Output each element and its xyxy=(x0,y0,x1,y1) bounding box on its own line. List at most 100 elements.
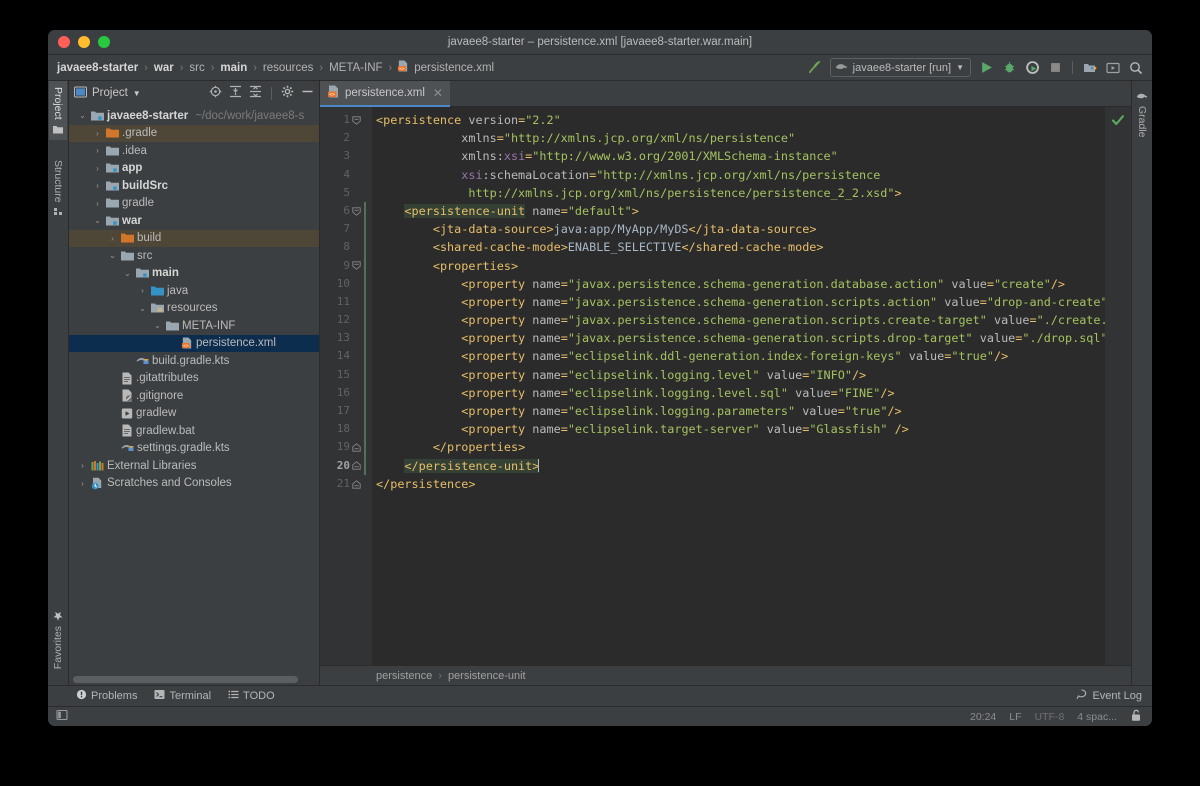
caret-position[interactable]: 20:24 xyxy=(970,711,996,723)
chevron-right-icon[interactable]: › xyxy=(92,199,103,208)
tree-node-buildsrc[interactable]: ›buildSrc xyxy=(69,177,319,195)
code-line[interactable]: <shared-cache-mode>ENABLE_SELECTIVE</sha… xyxy=(376,238,1105,256)
tree-node-settings-gradle-kts[interactable]: settings.gradle.kts xyxy=(69,440,319,458)
tree-node-app[interactable]: ›app xyxy=(69,160,319,178)
tree-node-scratches-and-consoles[interactable]: ›Scratches and Consoles xyxy=(69,475,319,493)
tree-node-gradlew-bat[interactable]: gradlew.bat xyxy=(69,422,319,440)
editor-gutter[interactable]: 123456789101112131415161718192021 xyxy=(320,107,372,665)
chevron-down-icon[interactable]: ⌄ xyxy=(137,304,148,313)
tree-node-main[interactable]: ⌄main xyxy=(69,265,319,283)
code-line[interactable]: <jta-data-source>java:app/MyApp/MyDS</jt… xyxy=(376,220,1105,238)
sidebar-item-structure[interactable]: Structure xyxy=(49,154,67,223)
tree-node-meta-inf[interactable]: ⌄META-INF xyxy=(69,317,319,335)
tree-node--gitignore[interactable]: .gitignore xyxy=(69,387,319,405)
fold-marker[interactable] xyxy=(352,443,361,452)
chevron-right-icon[interactable]: › xyxy=(92,181,103,190)
close-window-button[interactable] xyxy=(58,36,70,48)
fold-marker[interactable] xyxy=(352,480,361,489)
locate-target-icon[interactable] xyxy=(209,85,222,101)
event-log-label[interactable]: Event Log xyxy=(1092,690,1142,702)
breadcrumb-item-main[interactable]: main xyxy=(219,62,248,74)
tree-node-gradle[interactable]: ›gradle xyxy=(69,195,319,213)
chevron-down-icon[interactable]: ⌄ xyxy=(107,251,118,260)
debug-icon[interactable] xyxy=(1001,60,1017,76)
minimize-window-button[interactable] xyxy=(78,36,90,48)
tool-button-terminal[interactable]: Terminal xyxy=(154,689,211,703)
code-line[interactable]: <property name="eclipselink.target-serve… xyxy=(376,420,1105,438)
breadcrumb-item-meta-inf[interactable]: META-INF xyxy=(328,62,383,74)
breadcrumb-item-persistence-unit[interactable]: persistence-unit xyxy=(448,670,526,682)
code-content[interactable]: <persistence version="2.2" xmlns="http:/… xyxy=(372,107,1105,665)
code-line[interactable]: http://xmlns.jcp.org/xml/ns/persistence/… xyxy=(376,184,1105,202)
breadcrumb-item-javaee8-starter[interactable]: javaee8-starter xyxy=(56,62,139,74)
fold-marker[interactable] xyxy=(352,207,361,216)
toggle-toolwindow-icon[interactable] xyxy=(56,709,68,724)
run-coverage-icon[interactable] xyxy=(1024,60,1040,76)
chevron-right-icon[interactable]: › xyxy=(92,164,103,173)
select-target-icon[interactable] xyxy=(1105,60,1121,76)
code-line[interactable]: xmlns:xsi="http://www.w3.org/2001/XMLSch… xyxy=(376,147,1105,165)
file-encoding[interactable]: UTF-8 xyxy=(1035,711,1065,723)
sidebar-item-gradle[interactable]: Gradle xyxy=(1133,85,1151,144)
breadcrumb-item-war[interactable]: war xyxy=(153,62,175,74)
code-line[interactable]: <property name="javax.persistence.schema… xyxy=(376,329,1105,347)
code-line[interactable]: <property name="eclipselink.ddl-generati… xyxy=(376,347,1105,365)
code-line[interactable]: xsi:schemaLocation="http://xmlns.jcp.org… xyxy=(376,166,1105,184)
tree-node-javaee8-starter[interactable]: ⌄javaee8-starter~/doc/work/javaee8-s xyxy=(69,107,319,125)
sidebar-item-favorites[interactable]: Favorites xyxy=(49,605,67,675)
maximize-window-button[interactable] xyxy=(98,36,110,48)
code-line[interactable]: <property name="javax.persistence.schema… xyxy=(376,311,1105,329)
chevron-right-icon[interactable]: › xyxy=(77,461,88,470)
tool-button-problems[interactable]: Problems xyxy=(76,689,137,703)
ok-check-icon[interactable] xyxy=(1111,113,1125,132)
run-icon[interactable] xyxy=(978,60,994,76)
breadcrumb-item-resources[interactable]: resources xyxy=(262,62,315,74)
tree-node--gitattributes[interactable]: .gitattributes xyxy=(69,370,319,388)
tool-button-todo[interactable]: TODO xyxy=(228,689,275,703)
fold-marker[interactable] xyxy=(352,461,361,470)
code-line[interactable]: <persistence-unit name="default"> xyxy=(376,202,1105,220)
project-structure-icon[interactable] xyxy=(1082,60,1098,76)
chevron-down-icon[interactable]: ⌄ xyxy=(77,111,88,120)
window-controls[interactable] xyxy=(48,36,110,48)
code-line[interactable]: <property name="eclipselink.logging.leve… xyxy=(376,366,1105,384)
indent-setting[interactable]: 4 spac... xyxy=(1077,711,1117,723)
code-line[interactable]: <property name="eclipselink.logging.para… xyxy=(376,402,1105,420)
gear-icon[interactable] xyxy=(281,85,294,101)
chevron-right-icon[interactable]: › xyxy=(92,146,103,155)
chevron-down-icon[interactable]: ⌄ xyxy=(122,269,133,278)
chevron-right-icon[interactable]: › xyxy=(92,129,103,138)
code-line[interactable]: xmlns="http://xmlns.jcp.org/xml/ns/persi… xyxy=(376,129,1105,147)
code-line[interactable]: <property name="javax.persistence.schema… xyxy=(376,275,1105,293)
tree-node-build[interactable]: ›build xyxy=(69,230,319,248)
line-separator[interactable]: LF xyxy=(1009,711,1021,723)
chevron-down-icon[interactable]: ▼ xyxy=(133,89,141,98)
code-line[interactable]: <persistence version="2.2" xyxy=(376,111,1105,129)
close-icon[interactable]: ✕ xyxy=(433,86,443,100)
project-horizontal-scrollbar[interactable] xyxy=(69,673,319,685)
tree-node-build-gradle-kts[interactable]: build.gradle.kts xyxy=(69,352,319,370)
editor-right-gutter[interactable] xyxy=(1105,107,1131,665)
code-line[interactable]: </persistence-unit> xyxy=(376,457,1105,475)
breadcrumb-item-persistence[interactable]: persistence xyxy=(376,670,432,682)
code-line[interactable]: <property name="javax.persistence.schema… xyxy=(376,293,1105,311)
breadcrumb-item-src[interactable]: src xyxy=(188,62,205,74)
chevron-right-icon[interactable]: › xyxy=(77,479,88,488)
minimize-icon[interactable] xyxy=(301,85,314,101)
tree-node-java[interactable]: ›java xyxy=(69,282,319,300)
search-icon[interactable] xyxy=(1128,60,1144,76)
sidebar-item-project[interactable]: Project xyxy=(49,81,67,140)
project-tree[interactable]: ⌄javaee8-starter~/doc/work/javaee8-s›.gr… xyxy=(69,105,319,673)
structure-breadcrumb[interactable]: persistence › persistence-unit xyxy=(320,665,1131,685)
tree-node-external-libraries[interactable]: ›External Libraries xyxy=(69,457,319,475)
build-hammer-icon[interactable] xyxy=(807,60,823,76)
tree-node-src[interactable]: ⌄src xyxy=(69,247,319,265)
tree-node--idea[interactable]: ›.idea xyxy=(69,142,319,160)
chevron-right-icon[interactable]: › xyxy=(137,286,148,295)
breadcrumb-item-persistence-xml[interactable]: <>persistence.xml xyxy=(397,60,495,75)
fold-marker[interactable] xyxy=(352,116,361,125)
tree-node-resources[interactable]: ⌄resources xyxy=(69,300,319,318)
code-line[interactable]: </persistence> xyxy=(376,475,1105,493)
tree-node-gradlew[interactable]: gradlew xyxy=(69,405,319,423)
tree-node--gradle[interactable]: ›.gradle xyxy=(69,125,319,143)
